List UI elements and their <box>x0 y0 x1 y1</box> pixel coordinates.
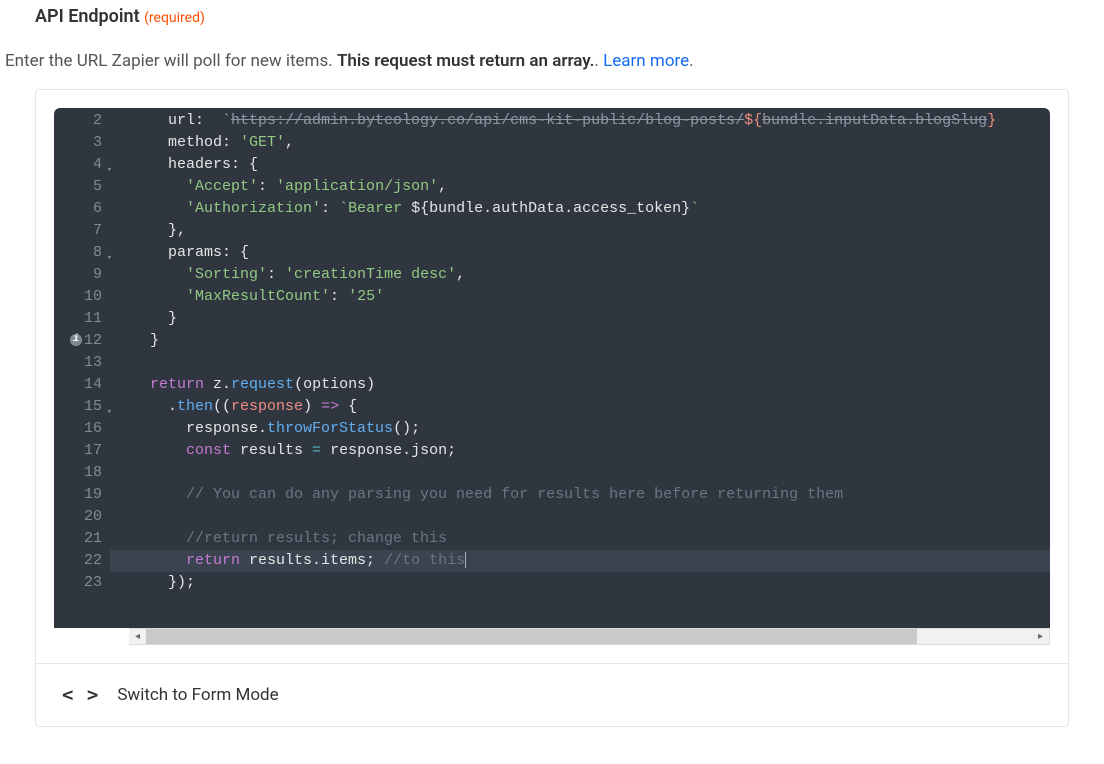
code-line[interactable]: }); <box>132 572 1050 594</box>
line-number: 12 <box>54 330 102 352</box>
code-line[interactable]: //return results; change this <box>132 528 1050 550</box>
line-number: 19 <box>54 484 102 506</box>
line-number: 8 <box>54 242 102 264</box>
code-line[interactable]: } <box>132 330 1050 352</box>
line-number: 5 <box>54 176 102 198</box>
editor-wrap: 234567891011121314151617181920212223 url… <box>36 90 1068 663</box>
code-line[interactable] <box>132 506 1050 528</box>
description-pre: Enter the URL Zapier will poll for new i… <box>5 51 337 71</box>
section-title: API Endpoint (required) <box>35 6 1099 27</box>
code-line[interactable]: headers: { <box>132 154 1050 176</box>
code-line[interactable]: 'Accept': 'application/json', <box>132 176 1050 198</box>
code-line[interactable]: 'Sorting': 'creationTime desc', <box>132 264 1050 286</box>
code-line[interactable]: return z.request(options) <box>132 374 1050 396</box>
line-number: 17 <box>54 440 102 462</box>
switch-to-form-mode-button[interactable]: < > Switch to Form Mode <box>36 663 1068 726</box>
section-title-text: API Endpoint <box>35 6 140 27</box>
code-line[interactable]: }, <box>132 220 1050 242</box>
scroll-left-arrow[interactable]: ◂ <box>129 628 146 645</box>
code-editor[interactable]: 234567891011121314151617181920212223 url… <box>54 108 1050 628</box>
line-number: 4 <box>54 154 102 176</box>
code-line[interactable]: 'Authorization': `Bearer ${bundle.authDa… <box>132 198 1050 220</box>
learn-more-link[interactable]: Learn more <box>603 51 689 71</box>
description-bold: This request must return an array. <box>337 51 594 71</box>
code-line[interactable]: .then((response) => { <box>132 396 1050 418</box>
line-number: 15 <box>54 396 102 418</box>
code-line[interactable]: const results = response.json; <box>132 440 1050 462</box>
line-number: 23 <box>54 572 102 594</box>
line-number: 10 <box>54 286 102 308</box>
code-icon: < > <box>62 684 99 706</box>
code-line[interactable]: response.throwForStatus(); <box>132 418 1050 440</box>
required-tag: (required) <box>144 10 205 26</box>
code-line[interactable]: return results.items; //to this <box>110 550 1050 572</box>
line-number: 21 <box>54 528 102 550</box>
scroll-right-arrow[interactable]: ▸ <box>1032 628 1049 645</box>
code-line[interactable]: method: 'GET', <box>132 132 1050 154</box>
code-line[interactable]: url: `https://admin.byteology.co/api/cms… <box>132 110 1050 132</box>
line-number: 9 <box>54 264 102 286</box>
section-description: Enter the URL Zapier will poll for new i… <box>5 51 1099 71</box>
code-line[interactable]: } <box>132 308 1050 330</box>
scroll-thumb[interactable] <box>146 629 917 644</box>
horizontal-scrollbar[interactable]: ◂ ▸ <box>129 628 1050 645</box>
code-line[interactable] <box>132 462 1050 484</box>
code-line[interactable]: params: { <box>132 242 1050 264</box>
code-line[interactable]: 'MaxResultCount': '25' <box>132 286 1050 308</box>
line-number: 6 <box>54 198 102 220</box>
editor-code-area[interactable]: url: `https://admin.byteology.co/api/cms… <box>110 110 1050 600</box>
switch-label: Switch to Form Mode <box>117 685 278 705</box>
line-number: 13 <box>54 352 102 374</box>
line-number: 18 <box>54 462 102 484</box>
code-panel: 234567891011121314151617181920212223 url… <box>35 89 1069 727</box>
editor-gutter: 234567891011121314151617181920212223 <box>54 110 110 600</box>
line-number: 20 <box>54 506 102 528</box>
line-number: 3 <box>54 132 102 154</box>
code-line[interactable]: // You can do any parsing you need for r… <box>132 484 1050 506</box>
code-line[interactable] <box>132 352 1050 374</box>
line-number: 2 <box>54 110 102 132</box>
scroll-track[interactable] <box>146 628 1032 645</box>
line-number: 14 <box>54 374 102 396</box>
line-number: 7 <box>54 220 102 242</box>
line-number: 11 <box>54 308 102 330</box>
line-number: 16 <box>54 418 102 440</box>
line-number: 22 <box>54 550 102 572</box>
